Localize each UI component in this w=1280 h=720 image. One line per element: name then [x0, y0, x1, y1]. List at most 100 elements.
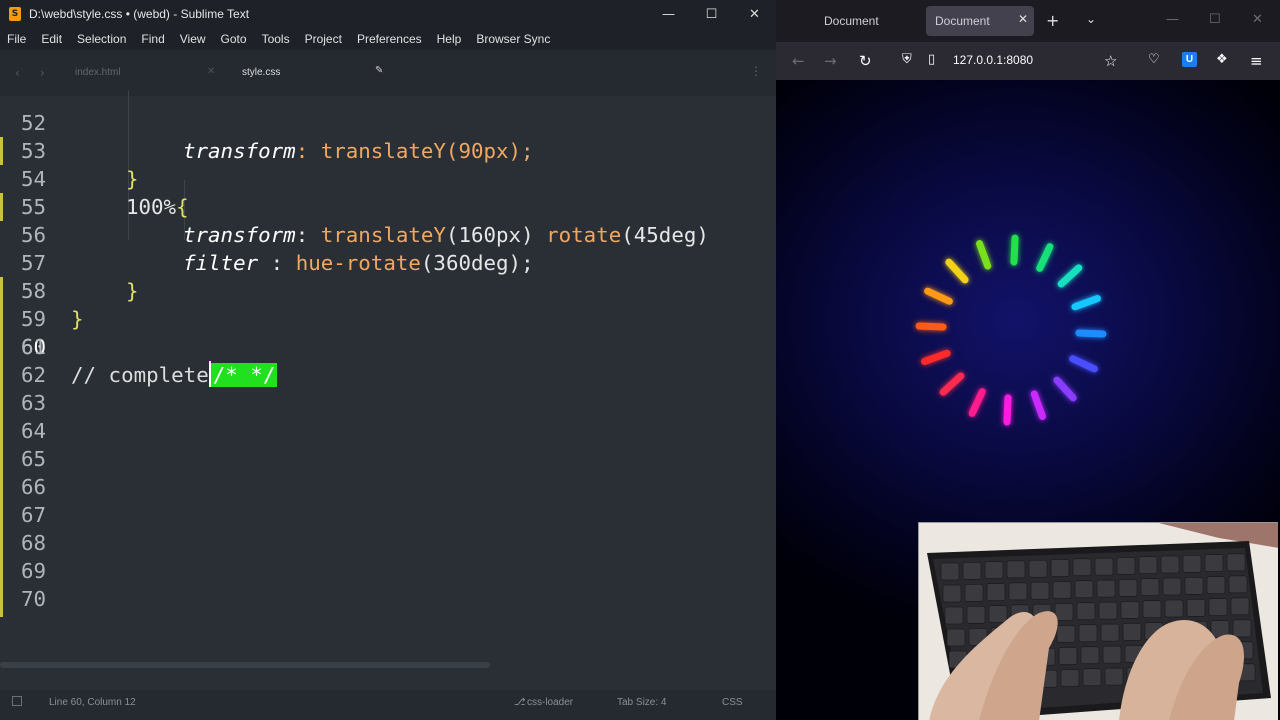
pocket-icon[interactable]: ♡	[1148, 52, 1160, 67]
keyboard-key	[1102, 645, 1122, 664]
loader-bar	[968, 388, 986, 417]
loader-bar	[915, 322, 947, 331]
code-line-70: 70	[0, 585, 762, 613]
menu-preferences[interactable]: Preferences	[357, 32, 422, 46]
code-line-57: 57 }	[0, 221, 762, 303]
new-tab-icon[interactable]: +	[1046, 11, 1059, 30]
minimize-icon[interactable]: —	[1166, 12, 1179, 27]
tab-size[interactable]: Tab Size: 4	[617, 697, 666, 708]
keyboard-key	[1122, 623, 1142, 641]
keyboard-key	[942, 584, 962, 603]
code-line-66: 66	[0, 473, 762, 501]
git-branch-icon: ⎇	[514, 697, 526, 708]
close-tab-icon[interactable]: ✕	[1018, 12, 1028, 26]
menu-hamburger-icon[interactable]: ≡	[1250, 52, 1263, 70]
tab-forward-icon[interactable]: ›	[40, 66, 45, 80]
browser-tab-label: Document	[824, 14, 879, 28]
keyboard-key	[1080, 646, 1100, 665]
menu-browser-sync[interactable]: Browser Sync	[476, 32, 550, 46]
code-line-64: 64	[0, 417, 762, 445]
tab-close-icon[interactable]: ✕	[207, 66, 215, 77]
window-title: D:\webd\style.css • (webd) - Sublime Tex…	[29, 7, 250, 21]
line-number: 67	[20, 503, 46, 527]
loader-bar	[1036, 243, 1054, 272]
keyboard-key	[1056, 625, 1076, 643]
browser-tab[interactable]: Document	[810, 6, 930, 36]
page-icon[interactable]: ▯	[928, 52, 935, 67]
loader-bar	[945, 258, 969, 284]
syntax-mode[interactable]: CSS	[722, 697, 743, 708]
menu-goto[interactable]: Goto	[221, 32, 247, 46]
tab-overflow-icon[interactable]: ⋮	[750, 64, 762, 78]
menu-view[interactable]: View	[180, 32, 206, 46]
keyboard-key	[1230, 597, 1250, 616]
back-icon[interactable]: ←	[792, 52, 805, 70]
code-line-55: 55 transform: translateY(160px) rotate(4…	[0, 165, 762, 247]
code-line-67: 67	[0, 501, 762, 529]
loader-bar	[1071, 295, 1101, 311]
code-editor[interactable]: 52 transform: translateY(90px); 53 } 54 …	[0, 90, 762, 620]
forward-icon[interactable]: →	[824, 52, 837, 70]
tab-style-css[interactable]: style.css ✎	[232, 64, 392, 84]
extensions-puzzle-icon[interactable]: ❖	[1216, 52, 1228, 67]
maximize-icon[interactable]: ☐	[1209, 12, 1221, 27]
panel-toggle-icon[interactable]	[12, 696, 22, 706]
keyboard-key	[1058, 647, 1078, 665]
loader-bar	[921, 349, 951, 365]
keyboard-key	[966, 606, 986, 624]
keyboard-key	[1082, 668, 1102, 687]
browser-tab-active[interactable]: Document ✕	[926, 6, 1034, 36]
line-number: 70	[20, 587, 46, 611]
tab-list-chevron-icon[interactable]: ⌄	[1086, 12, 1096, 26]
keyboard-key	[1006, 560, 1026, 579]
keyboard-key	[1208, 598, 1228, 616]
keyboard-key	[1076, 602, 1096, 621]
browser-toolbar: ← → ↻ ⛨ ▯ 127.0.0.1:8080 ☆ ♡ U ❖ ≡	[776, 42, 1280, 80]
keyboard-key	[1100, 623, 1120, 642]
shield-icon[interactable]: ⛨	[902, 52, 912, 67]
keyboard-key	[1138, 556, 1158, 574]
code-line-52: 52 transform: translateY(90px);	[0, 90, 762, 163]
keyboard-key	[1052, 581, 1072, 599]
menu-tools[interactable]: Tools	[262, 32, 290, 46]
loader-bar	[1010, 234, 1019, 266]
menu-file[interactable]: File	[7, 32, 26, 46]
code-line-53: 53 }	[0, 109, 762, 191]
loader-bar	[976, 240, 992, 270]
browser-tab-label: Document	[935, 14, 990, 28]
keyboard-key	[1060, 669, 1080, 687]
close-icon[interactable]: ✕	[1252, 12, 1263, 27]
url-bar[interactable]: 127.0.0.1:8080	[953, 53, 1033, 67]
line-number: 66	[20, 475, 46, 499]
tab-back-icon[interactable]: ‹	[15, 66, 20, 80]
menu-project[interactable]: Project	[305, 32, 342, 46]
loader-bar	[1003, 394, 1012, 426]
status-plugin[interactable]: css-loader	[527, 697, 573, 708]
loader-bar	[1030, 390, 1046, 420]
status-bar: Line 60, Column 12 ⎇ css-loader Tab Size…	[0, 690, 776, 720]
keyboard-key	[1120, 601, 1140, 619]
keyboard-key	[1232, 619, 1252, 638]
menu-edit[interactable]: Edit	[41, 32, 62, 46]
tab-index-html[interactable]: index.html ✕	[58, 64, 226, 84]
menu-find[interactable]: Find	[141, 32, 164, 46]
keyboard-key	[1008, 582, 1028, 601]
horizontal-scrollbar[interactable]	[0, 662, 490, 668]
keyboard-key	[1096, 579, 1116, 598]
keyboard-key	[1162, 577, 1182, 596]
maximize-icon[interactable]: ☐	[690, 0, 733, 28]
close-icon[interactable]: ✕	[733, 0, 776, 28]
minimize-icon[interactable]: —	[647, 0, 690, 28]
keyboard-key	[1226, 553, 1246, 572]
reload-icon[interactable]: ↻	[859, 52, 872, 70]
menu-selection[interactable]: Selection	[77, 32, 126, 46]
keyboard-key	[1072, 558, 1092, 577]
extension-u-icon[interactable]: U	[1182, 52, 1197, 67]
menu-help[interactable]: Help	[437, 32, 462, 46]
keyboard-key	[988, 605, 1008, 623]
modified-pencil-icon: ✎	[375, 65, 384, 76]
keyboard-key	[1116, 557, 1136, 575]
loader-bar	[1053, 376, 1077, 402]
code-line-59: 59	[0, 277, 762, 331]
bookmark-star-icon[interactable]: ☆	[1104, 52, 1117, 70]
